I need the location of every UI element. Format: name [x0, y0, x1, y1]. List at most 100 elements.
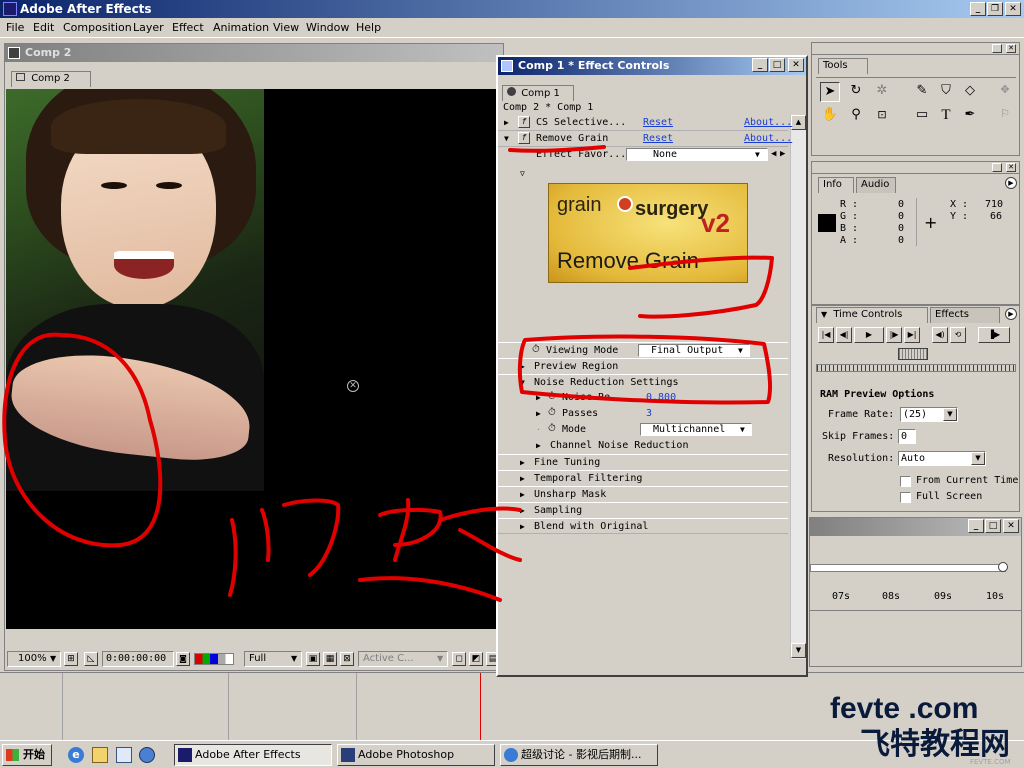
menu-view[interactable]: View: [273, 21, 299, 35]
ec-maximize-button[interactable]: □: [769, 58, 785, 72]
favorite-next-icon[interactable]: ▶: [780, 147, 785, 161]
current-time-indicator[interactable]: [480, 673, 481, 743]
zoom-tool-icon[interactable]: ⚲: [846, 106, 866, 126]
transparency-grid-icon[interactable]: ▦: [323, 652, 337, 666]
rectangle-tool-icon[interactable]: ▭: [912, 106, 932, 126]
effect-row-cs-selective[interactable]: ▶ f CS Selective... Reset About...: [498, 115, 792, 131]
audio-toggle-icon[interactable]: ◀): [932, 327, 948, 343]
group-row-temporal-filtering[interactable]: ▶ Temporal Filtering: [498, 470, 788, 486]
expand-triangle-icon[interactable]: ▶: [520, 456, 525, 470]
local-axis-tool-icon[interactable]: ⚐: [996, 106, 1014, 124]
orbit-camera-tool-icon[interactable]: ✲: [872, 82, 892, 102]
tab-info[interactable]: Info: [818, 177, 854, 193]
rotation-tool-icon[interactable]: ↻: [846, 82, 866, 102]
brush-tool-icon[interactable]: ✎: [912, 82, 932, 102]
expand-triangle-icon[interactable]: ▶: [520, 520, 525, 534]
preview-region-row[interactable]: ▶ Preview Region: [498, 358, 788, 374]
ec-minimize-button[interactable]: _: [752, 58, 768, 72]
expand-triangle-icon[interactable]: ▶: [536, 439, 541, 453]
zoom-select[interactable]: 100% ▼: [7, 651, 61, 667]
expand-triangle-icon[interactable]: ▶: [504, 116, 509, 130]
anchor-point-icon[interactable]: ✕: [347, 380, 359, 392]
collapse-triangle-icon[interactable]: ▼: [520, 376, 525, 390]
color-channels-icon[interactable]: [194, 653, 234, 665]
hand-tool-icon[interactable]: ✋: [820, 106, 840, 126]
app-title-bar[interactable]: Adobe After Effects _ ❐ ✕: [0, 0, 1024, 18]
palette-menu-icon[interactable]: ▶: [1005, 177, 1017, 189]
skip-frames-field[interactable]: 0: [898, 429, 916, 444]
expand-triangle-icon[interactable]: ▶: [520, 472, 525, 486]
next-frame-icon[interactable]: |▶: [886, 327, 902, 343]
quick-launch-desktop-icon[interactable]: [116, 747, 132, 763]
comp-tab[interactable]: Comp 2: [11, 71, 91, 87]
app-minimize-button[interactable]: _: [970, 2, 986, 16]
tools-tab[interactable]: Tools: [818, 58, 868, 74]
info-title-bar[interactable]: ✕: [812, 162, 1019, 174]
text-tool-icon[interactable]: T: [936, 106, 956, 126]
group-row-fine-tuning[interactable]: ▶ Fine Tuning: [498, 454, 788, 470]
expand-triangle-icon[interactable]: ▶: [536, 391, 541, 405]
app-restore-button[interactable]: ❐: [987, 2, 1003, 16]
scroll-down-icon[interactable]: ▼: [791, 643, 806, 658]
effect-controls-title-bar[interactable]: Comp 1 * Effect Controls _ □ ✕: [498, 57, 806, 75]
flowchart-icon[interactable]: ◩: [469, 652, 483, 666]
noise-reduction-value[interactable]: 0.800: [646, 391, 676, 405]
scroll-up-icon[interactable]: ▲: [791, 115, 806, 130]
stopwatch-icon[interactable]: ⏱: [548, 390, 556, 404]
cs-selective-reset[interactable]: Reset: [643, 116, 673, 130]
full-screen-checkbox[interactable]: [900, 492, 911, 503]
quick-launch-media-icon[interactable]: [139, 747, 155, 763]
loop-icon[interactable]: ⟲: [950, 327, 966, 343]
cs-selective-about[interactable]: About...: [744, 116, 792, 130]
remove-grain-about[interactable]: About...: [744, 132, 792, 146]
menu-layer[interactable]: Layer: [133, 21, 164, 35]
taskbar-item-after-effects[interactable]: Adobe After Effects: [174, 744, 332, 766]
remove-grain-reset[interactable]: Reset: [643, 132, 673, 146]
timeline-ruler[interactable]: 07s 08s 09s 10s: [810, 576, 1021, 606]
tab-time-controls[interactable]: ▼ Time Controls: [816, 307, 928, 323]
selection-tool-icon[interactable]: ➤: [820, 82, 840, 102]
eraser-tool-icon[interactable]: ◇: [960, 82, 980, 102]
title-safe-icon[interactable]: ⊞: [64, 652, 78, 666]
resolution-select[interactable]: Full ▼: [244, 651, 302, 667]
mode-select[interactable]: Multichannel ▼: [640, 423, 752, 436]
jog-shuttle[interactable]: [898, 348, 928, 360]
expand-triangle-icon[interactable]: ▶: [520, 360, 525, 374]
quick-launch-explorer-icon[interactable]: [92, 747, 108, 763]
menu-effect[interactable]: Effect: [172, 21, 204, 35]
info-close-button[interactable]: ✕: [1006, 163, 1016, 172]
palette-menu-icon[interactable]: ▶: [1005, 308, 1017, 320]
tab-audio[interactable]: Audio: [856, 177, 896, 193]
fx-toggle-icon[interactable]: f: [518, 132, 530, 144]
ram-preview-icon[interactable]: ▐▶: [978, 327, 1010, 343]
pen-tool-icon[interactable]: ✒: [960, 106, 980, 126]
comp-title-bar[interactable]: Comp 2: [5, 44, 503, 62]
taskbar-item-forum[interactable]: 超级讨论 - 影视后期制...: [500, 744, 658, 766]
pixel-aspect-icon[interactable]: ⊠: [340, 652, 354, 666]
expand-triangle-icon[interactable]: ▶: [536, 407, 541, 421]
work-area-end-icon[interactable]: [998, 562, 1008, 572]
taskbar-item-photoshop[interactable]: Adobe Photoshop: [337, 744, 495, 766]
favorite-prev-icon[interactable]: ◀: [771, 147, 776, 161]
effect-controls-tab[interactable]: Comp 1: [502, 85, 574, 101]
stopwatch-icon[interactable]: ⏱: [532, 343, 540, 357]
menu-file[interactable]: File: [6, 21, 24, 35]
resolution-select[interactable]: Auto ▼: [898, 451, 986, 466]
group-row-blend-with-original[interactable]: ▶ Blend with Original: [498, 518, 788, 534]
quick-launch-ie-icon[interactable]: e: [68, 747, 84, 763]
expand-triangle-icon[interactable]: ▶: [520, 488, 525, 502]
collapse-triangle-icon[interactable]: ▼: [504, 132, 509, 146]
noise-reduction-settings-row[interactable]: ▼ Noise Reduction Settings: [498, 374, 788, 390]
timecode-field[interactable]: 0:00:00:00: [102, 651, 174, 667]
clone-stamp-tool-icon[interactable]: ⛉: [936, 82, 956, 102]
mask-toggle-icon[interactable]: ◺: [84, 652, 98, 666]
stopwatch-icon[interactable]: ⏱: [548, 422, 556, 436]
region-of-interest-icon[interactable]: ▣: [306, 652, 320, 666]
effect-favorites-select[interactable]: None ▼: [626, 148, 768, 161]
view-options-icon[interactable]: ◻: [452, 652, 466, 666]
prev-frame-icon[interactable]: ◀|: [836, 327, 852, 343]
menu-help[interactable]: Help: [356, 21, 381, 35]
passes-value[interactable]: 3: [646, 407, 652, 421]
time-slider[interactable]: [816, 364, 1016, 372]
menu-edit[interactable]: Edit: [33, 21, 54, 35]
